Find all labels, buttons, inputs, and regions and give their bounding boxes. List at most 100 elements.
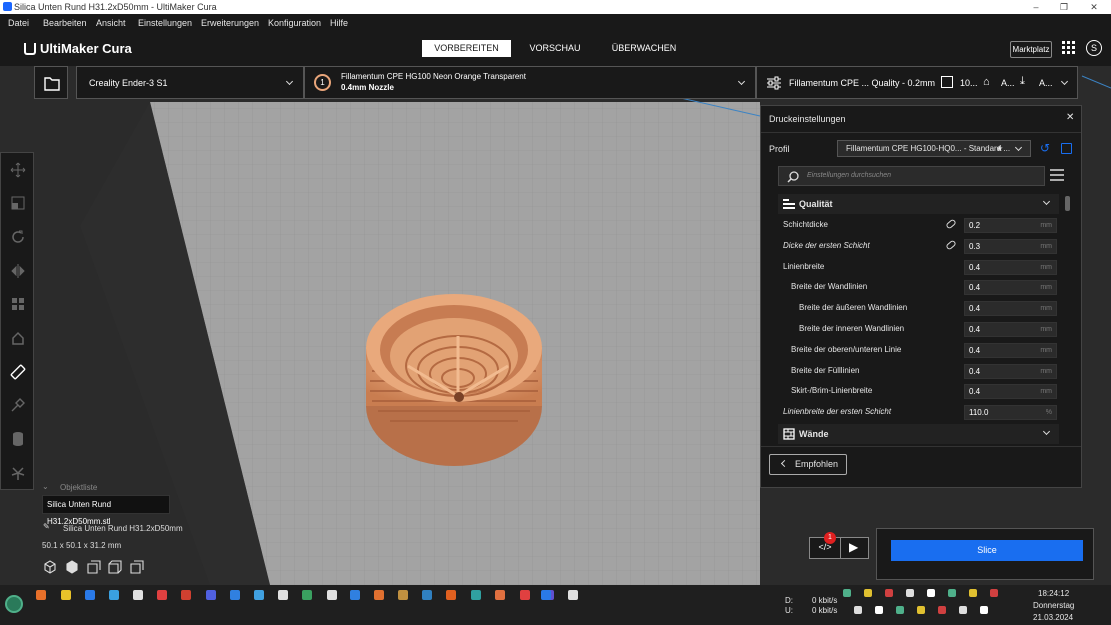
- material-selector[interactable]: 1 Fillamentum CPE HG100 Neon Orange Tran…: [304, 66, 756, 99]
- tray-app-icon[interactable]: [969, 589, 977, 597]
- tray-app-icon[interactable]: [906, 589, 914, 597]
- rotate-icon[interactable]: [10, 229, 26, 245]
- tab-prepare[interactable]: VORBEREITEN: [422, 40, 511, 57]
- open-file-button[interactable]: [34, 66, 68, 99]
- setting-row: Breite der äußeren Wandlinien 0.4 mm: [783, 299, 1063, 317]
- close-panel-icon[interactable]: ✕: [1066, 112, 1074, 123]
- gimp-icon[interactable]: [446, 590, 456, 600]
- menu-extensions[interactable]: Erweiterungen: [201, 14, 259, 32]
- app-icon[interactable]: [520, 590, 530, 600]
- settings-icon[interactable]: [422, 590, 432, 600]
- calculator-icon[interactable]: [568, 590, 578, 600]
- menu-file[interactable]: Datei: [8, 14, 29, 32]
- section-walls-header[interactable]: Wände: [778, 424, 1059, 444]
- word-icon[interactable]: [254, 590, 264, 600]
- play-icon[interactable]: ▶: [849, 540, 858, 554]
- setting-value-input[interactable]: 0.4 mm: [964, 280, 1057, 296]
- tray-app-icon[interactable]: [916, 606, 925, 614]
- tray-app-icon[interactable]: [874, 606, 883, 614]
- setting-value-input[interactable]: 0.2 mm: [964, 218, 1057, 233]
- tray-app-icon[interactable]: [948, 589, 956, 597]
- marketplace-button[interactable]: Marktplatz: [1010, 41, 1052, 58]
- cylinder-icon[interactable]: [10, 431, 26, 447]
- maximize-button[interactable]: ❐: [1049, 0, 1079, 14]
- print-settings-selector[interactable]: Fillamentum CPE ... Quality - 0.2mm 10..…: [756, 66, 1078, 99]
- paint-icon[interactable]: [10, 397, 26, 413]
- recommended-button[interactable]: Empfohlen: [769, 454, 847, 475]
- tray-app-icon[interactable]: [927, 589, 935, 597]
- tray-network-icon[interactable]: [979, 606, 988, 614]
- visual-studio-icon[interactable]: [206, 590, 216, 600]
- settings-scrollbar[interactable]: [1065, 196, 1070, 211]
- file-explorer-icon[interactable]: [61, 590, 71, 600]
- excel-icon[interactable]: [109, 590, 119, 600]
- measure-icon[interactable]: [10, 364, 26, 380]
- profile-dropdown[interactable]: Fillamentum CPE HG100-HQ0... - Standard …: [837, 140, 1031, 157]
- account-avatar[interactable]: S: [1086, 40, 1102, 56]
- pencil-icon[interactable]: ✎: [43, 522, 50, 531]
- object-list-header[interactable]: Objektliste: [60, 483, 97, 492]
- mirror-icon[interactable]: [10, 263, 26, 279]
- steam-icon[interactable]: [278, 590, 288, 600]
- setting-value-input[interactable]: 0.4 mm: [964, 384, 1057, 400]
- chevron-down-icon[interactable]: ⌄: [42, 482, 49, 491]
- git-icon[interactable]: [181, 590, 191, 600]
- app-icon[interactable]: [471, 590, 481, 600]
- tray-device-icon[interactable]: [864, 589, 872, 597]
- firefox-icon[interactable]: [36, 590, 46, 600]
- setting-value-input[interactable]: 0.4 mm: [964, 342, 1057, 358]
- support-blocker-icon[interactable]: [10, 330, 26, 346]
- tray-app-icon[interactable]: [885, 589, 893, 597]
- menu-settings[interactable]: Einstellungen: [138, 14, 192, 32]
- tab-monitor[interactable]: ÜBERWACHEN: [603, 40, 685, 57]
- lightburn-icon[interactable]: [230, 590, 240, 600]
- section-quality-header[interactable]: Qualität: [778, 194, 1059, 214]
- start-orb-icon[interactable]: [5, 595, 23, 613]
- tray-volume-icon[interactable]: [990, 589, 998, 597]
- save-profile-icon[interactable]: [1061, 143, 1072, 154]
- freecad-icon[interactable]: [398, 590, 408, 600]
- onedrive-icon[interactable]: [350, 590, 360, 600]
- settings-menu-icon[interactable]: [1050, 169, 1064, 181]
- apps-grid-icon[interactable]: [1062, 41, 1075, 54]
- link-icon[interactable]: [945, 218, 957, 230]
- setting-value-input[interactable]: 0.4 mm: [964, 363, 1057, 379]
- setting-value-input[interactable]: 0.4 mm: [964, 301, 1057, 317]
- move-icon[interactable]: [10, 162, 26, 178]
- menu-view[interactable]: Ansicht: [96, 14, 126, 32]
- minimize-button[interactable]: –: [1021, 0, 1051, 14]
- menu-help[interactable]: Hilfe: [330, 14, 348, 32]
- firefox-dev-icon[interactable]: [495, 590, 505, 600]
- tray-app-icon[interactable]: [937, 606, 946, 614]
- slice-button[interactable]: Slice: [891, 540, 1083, 561]
- inkscape-icon[interactable]: [157, 590, 167, 600]
- tray-shield-icon[interactable]: [853, 606, 862, 614]
- tab-preview[interactable]: VORSCHAU: [520, 40, 590, 57]
- setting-value-input[interactable]: 0.3 mm: [964, 238, 1057, 254]
- model-filter-cylinder[interactable]: [366, 294, 542, 466]
- scale-icon[interactable]: [10, 195, 26, 211]
- setting-value-input[interactable]: 0.4 mm: [964, 322, 1057, 337]
- setting-value-input[interactable]: 0.4 mm: [964, 259, 1057, 275]
- terminal-icon[interactable]: [302, 590, 312, 600]
- move-app-icon[interactable]: [327, 590, 337, 600]
- tray-app-icon[interactable]: [958, 606, 967, 614]
- setting-value-input[interactable]: 110.0%: [964, 405, 1057, 421]
- github-icon[interactable]: [133, 590, 143, 600]
- outlook-icon[interactable]: [85, 590, 95, 600]
- tree-support-icon[interactable]: [10, 465, 26, 481]
- reset-profile-icon[interactable]: ↺: [1040, 141, 1050, 155]
- link-icon[interactable]: [945, 239, 957, 251]
- object-file-item[interactable]: Silica Unten Rund H31.2xD50mm.stl: [42, 495, 170, 526]
- cura-task-icon[interactable]: [541, 590, 551, 600]
- tray-app-icon[interactable]: [895, 606, 904, 614]
- printer-selector[interactable]: Creality Ender-3 S1: [76, 66, 304, 99]
- menu-edit[interactable]: Bearbeiten: [43, 14, 87, 32]
- per-model-settings-icon[interactable]: [10, 296, 26, 312]
- menu-configuration[interactable]: Konfiguration: [268, 14, 321, 32]
- close-button[interactable]: ✕: [1079, 0, 1109, 14]
- settings-search-input[interactable]: Einstellungen durchsuchen: [778, 166, 1045, 186]
- tray-app-icon[interactable]: [843, 589, 851, 597]
- code-icon[interactable]: </>: [814, 542, 836, 555]
- blender-icon[interactable]: [374, 590, 384, 600]
